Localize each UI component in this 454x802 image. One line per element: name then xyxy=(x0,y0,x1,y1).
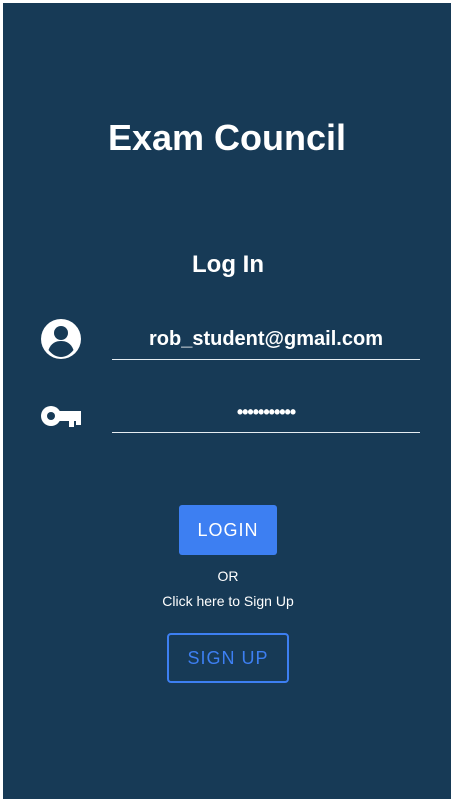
login-button[interactable]: LOGIN xyxy=(179,505,277,555)
login-screen: Exam Council Log In LOGIN OR Click here … xyxy=(3,3,451,799)
or-separator: OR xyxy=(217,568,239,584)
app-title: Exam Council xyxy=(107,117,347,158)
signup-button[interactable]: SIGN UP xyxy=(167,633,289,683)
signup-hint: Click here to Sign Up xyxy=(162,593,294,609)
email-field-row xyxy=(3,313,451,363)
login-heading: Log In xyxy=(192,251,264,278)
key-icon xyxy=(39,390,83,434)
password-input[interactable] xyxy=(112,392,420,433)
password-field-row xyxy=(3,386,451,436)
email-input[interactable] xyxy=(112,319,420,360)
account-circle-icon xyxy=(39,317,83,361)
